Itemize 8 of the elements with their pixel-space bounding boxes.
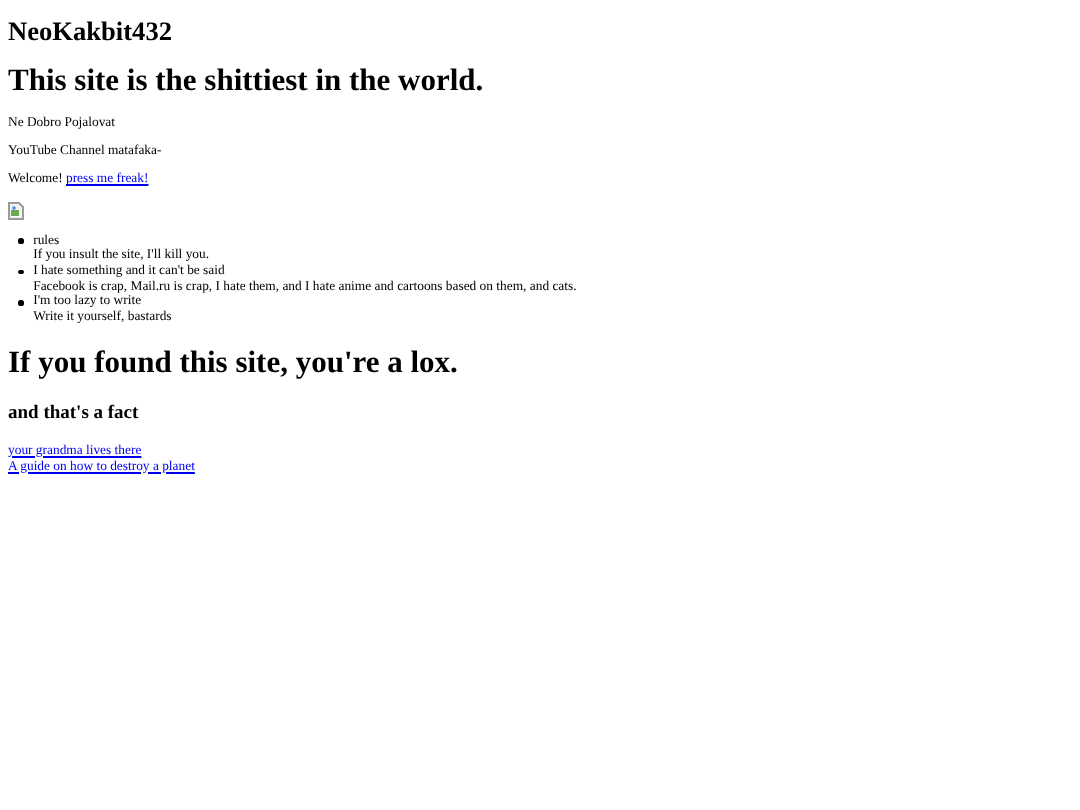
bullet-icon (18, 300, 24, 306)
headline: This site is the shittiest in the world. (8, 64, 486, 100)
bullet-icon (18, 238, 24, 244)
heading: If you found this site, you're a lox. (8, 345, 460, 382)
broken-image-icon (8, 201, 24, 220)
bullet-icon (18, 269, 24, 275)
subheading: and that's a fact (8, 401, 141, 426)
site-title: NeoKakbit432 (8, 16, 175, 48)
